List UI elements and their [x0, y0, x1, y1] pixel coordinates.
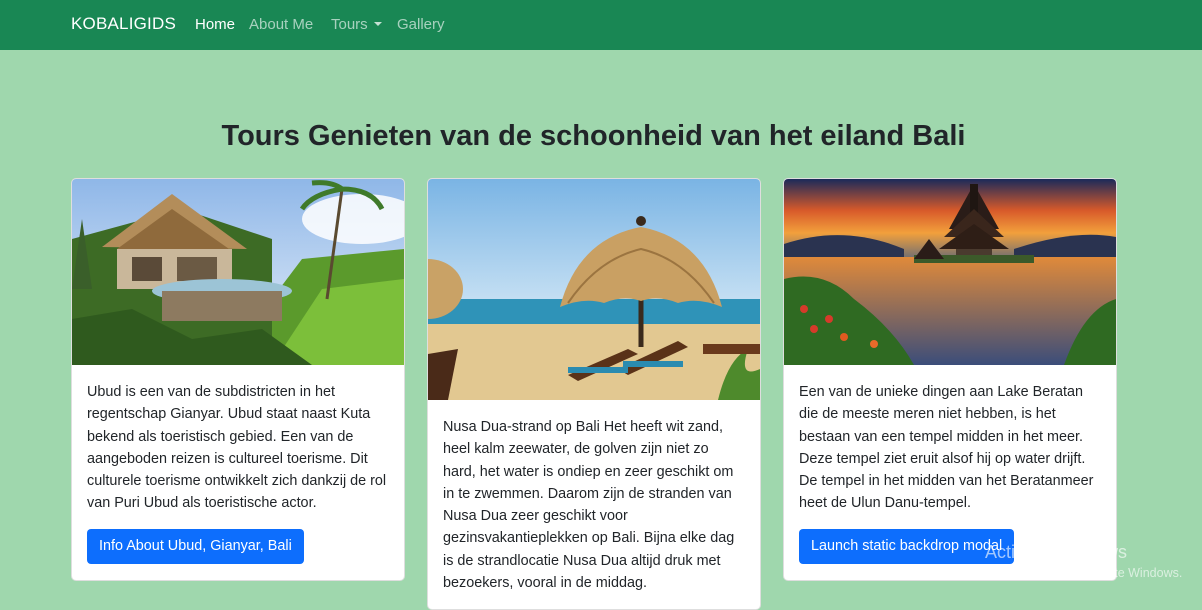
- navbar-brand[interactable]: KOBALIGIDS: [71, 14, 176, 34]
- chevron-down-icon: [373, 22, 382, 26]
- nav-link-tours[interactable]: Tours: [331, 16, 382, 33]
- nav-link-about-me[interactable]: About Me: [249, 16, 313, 33]
- tour-card-nusa-dua: Nusa Dua-strand op Bali Het heeft wit za…: [427, 178, 761, 610]
- nav-link-gallery[interactable]: Gallery: [397, 16, 445, 33]
- lake-beratan-temple-image: [784, 179, 1116, 365]
- tour-card-lake-beratan-text: Een van de unieke dingen aan Lake Berata…: [799, 384, 1094, 512]
- tour-card-ubud-text: Ubud is een van de subdistricten in het …: [87, 384, 387, 512]
- ubud-villa-image: [72, 179, 404, 365]
- info-ubud-button[interactable]: Info About Ubud, Gianyar, Bali: [87, 529, 304, 564]
- page-title: Tours Genieten van de schoonheid van het…: [221, 120, 966, 152]
- nav-link-tours-label: Tours: [331, 16, 368, 33]
- launch-modal-button[interactable]: Launch static backdrop modal: [799, 529, 1015, 564]
- tour-card-nusa-dua-text: Nusa Dua-strand op Bali Het heeft wit za…: [443, 419, 735, 592]
- navbar: KOBALIGIDS Home About Me Tours Gallery: [0, 0, 1202, 50]
- tour-card-ubud: Ubud is een van de subdistricten in het …: [71, 178, 405, 581]
- nav-link-home[interactable]: Home: [195, 16, 235, 33]
- tour-card-lake-beratan: Een van de unieke dingen aan Lake Berata…: [783, 178, 1117, 581]
- nusa-dua-beach-image: [428, 179, 760, 400]
